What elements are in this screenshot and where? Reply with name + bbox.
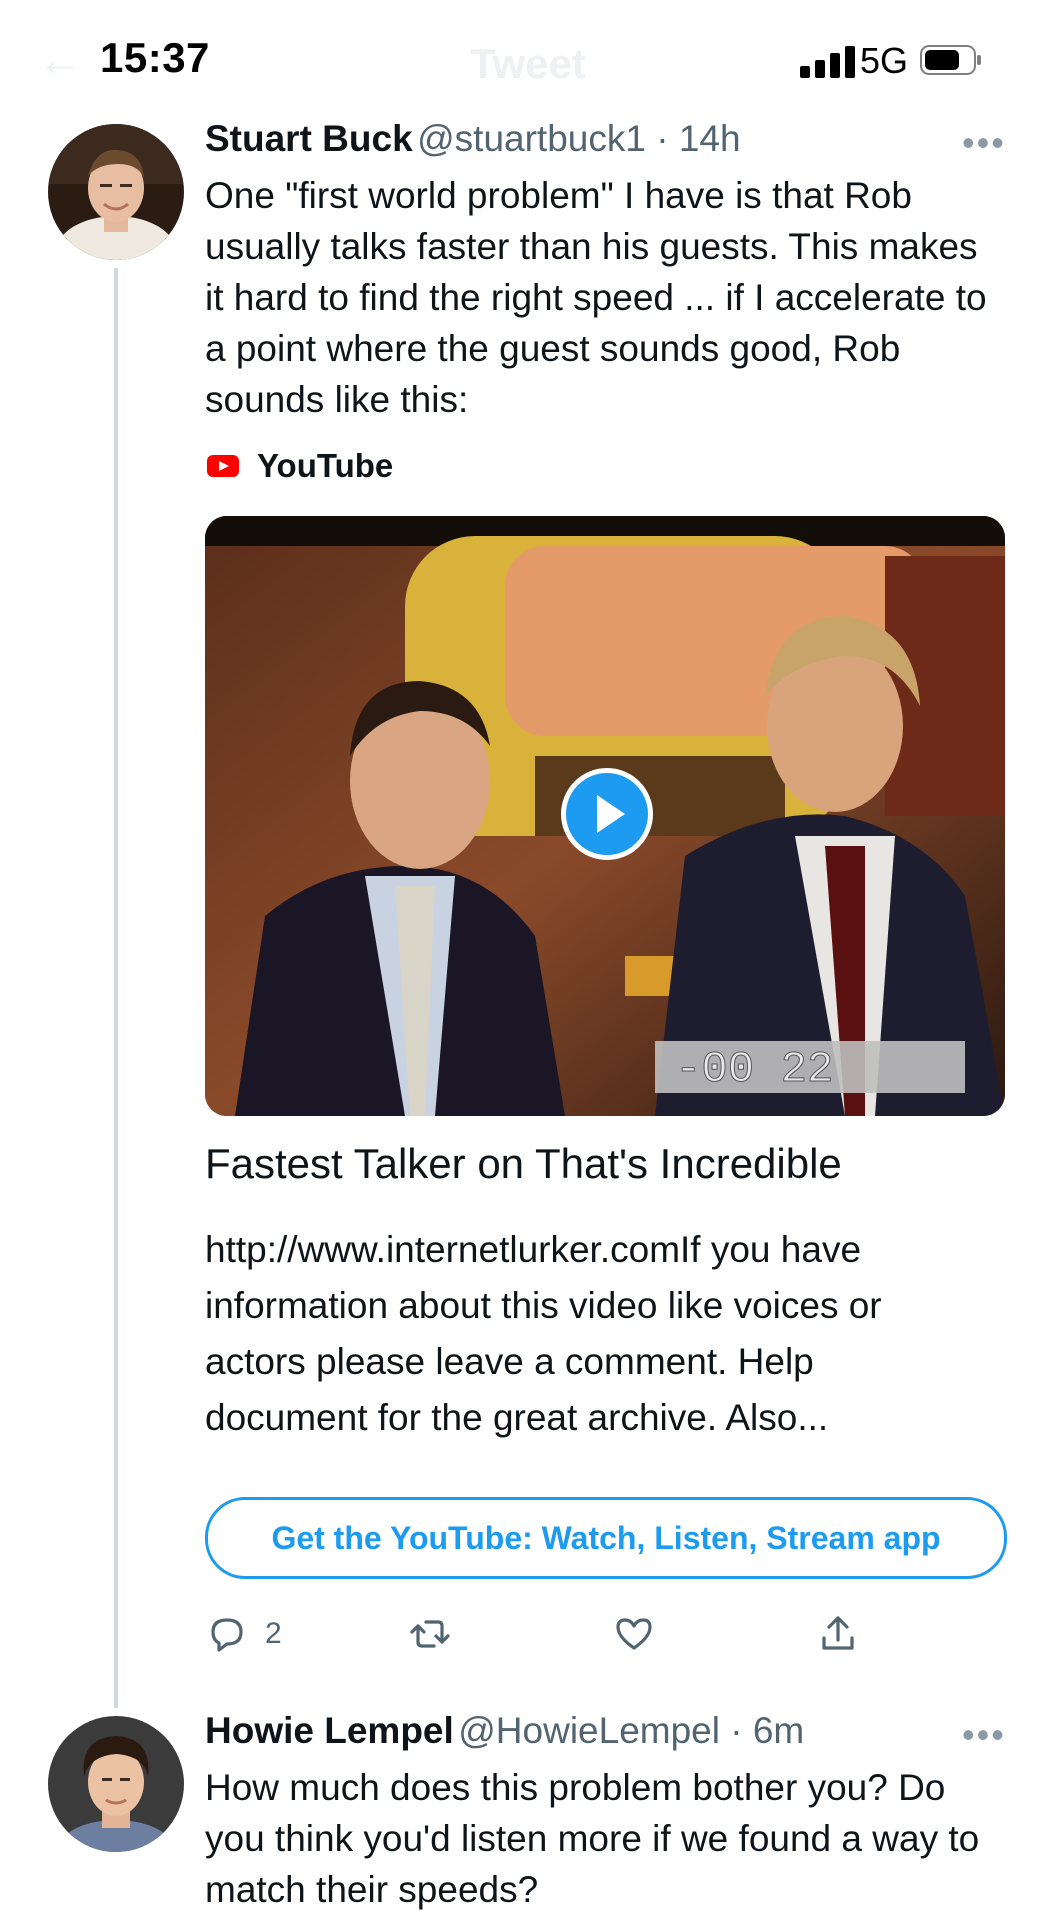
avatar-stuart-buck[interactable] xyxy=(48,124,184,260)
tweet2-text: How much does this problem bother you? D… xyxy=(205,1767,980,1910)
author-handle-time[interactable]: @HowieLempel · 6m xyxy=(458,1710,804,1751)
play-icon xyxy=(597,795,625,833)
status-bar: ← Tweet 15:37 5G xyxy=(0,0,1049,120)
avatar-howie-lempel[interactable] xyxy=(48,1716,184,1852)
reply-count: 2 xyxy=(265,1617,282,1650)
retweet-action[interactable] xyxy=(408,1610,452,1658)
author-handle-time[interactable]: @stuartbuck1 · 14h xyxy=(417,118,740,159)
back-arrow-icon[interactable]: ← xyxy=(38,36,82,86)
battery-icon xyxy=(920,45,981,75)
more-options-icon[interactable]: ••• xyxy=(962,1714,1006,1756)
share-action[interactable] xyxy=(816,1610,860,1658)
heart-icon xyxy=(616,1618,652,1650)
reply-icon xyxy=(211,1618,243,1652)
clock: 15:37 xyxy=(100,34,210,81)
timecode: -00 22 xyxy=(675,1045,833,1095)
tweet2-header: Howie Lempel @HowieLempel · 6m xyxy=(205,1710,804,1752)
play-button[interactable] xyxy=(561,768,653,860)
video-thumbnail[interactable]: -00 22 xyxy=(205,516,1005,1116)
network-label: 5G xyxy=(860,40,909,81)
card-title[interactable]: Fastest Talker on That's Incredible xyxy=(205,1140,842,1188)
source-row: YouTube xyxy=(207,446,393,486)
like-action[interactable] xyxy=(612,1610,656,1658)
source-label: YouTube xyxy=(257,447,394,484)
reply-action[interactable]: 2 xyxy=(205,1610,282,1658)
card-description: http://www.internetlurker.comIf you have… xyxy=(205,1229,882,1438)
author-name[interactable]: Howie Lempel xyxy=(205,1710,454,1751)
more-options-icon[interactable]: ••• xyxy=(962,122,1006,164)
get-app-button[interactable]: Get the YouTube: Watch, Listen, Stream a… xyxy=(205,1497,1007,1579)
youtube-logo-icon xyxy=(207,455,239,477)
thread-line xyxy=(114,268,118,1708)
tweet1-header: Stuart Buck @stuartbuck1 · 14h xyxy=(205,118,741,160)
author-name[interactable]: Stuart Buck xyxy=(205,118,413,159)
header-title: Tweet xyxy=(470,40,586,87)
share-icon xyxy=(822,1616,854,1650)
retweet-icon xyxy=(410,1620,450,1648)
tweet1-text: One "first world problem" I have is that… xyxy=(205,175,987,420)
